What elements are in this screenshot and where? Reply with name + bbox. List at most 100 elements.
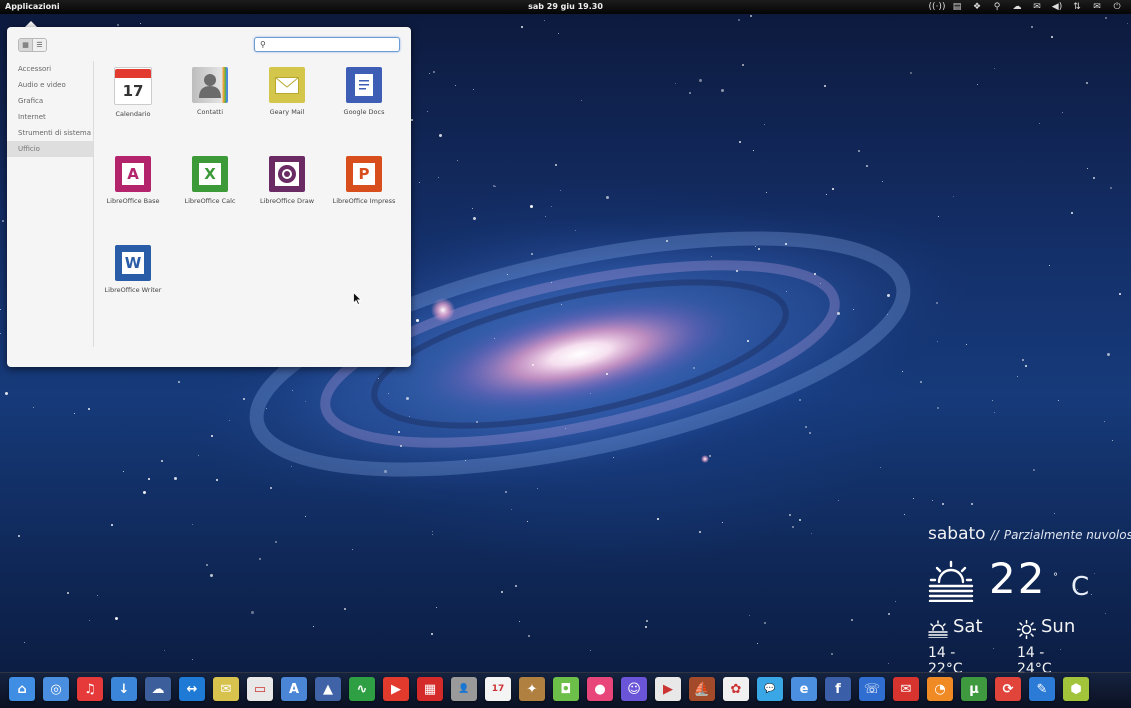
star <box>476 421 478 423</box>
star <box>699 531 701 533</box>
support-icon[interactable]: ☏ <box>859 677 885 701</box>
app-libreoffice-impress[interactable]: P LibreOffice Impress <box>326 156 402 205</box>
app-libreoffice-draw[interactable]: LibreOffice Draw <box>249 156 325 205</box>
star <box>406 397 409 400</box>
calendar-icon[interactable]: 17 <box>485 677 511 701</box>
app-libreoffice-writer[interactable]: W LibreOffice Writer <box>95 245 171 294</box>
download-icon[interactable]: ↓ <box>111 677 137 701</box>
star <box>436 607 437 608</box>
category-strumenti-sistema[interactable]: Strumenti di sistema <box>7 125 93 141</box>
rss-icon[interactable]: ◔ <box>927 677 953 701</box>
forecast-day-2: Sun <box>1041 616 1076 637</box>
star <box>853 309 854 310</box>
launcher-search-input[interactable] <box>268 40 379 49</box>
mail-red-icon[interactable]: ✉ <box>893 677 919 701</box>
mail-icon[interactable]: ✉ <box>213 677 239 701</box>
category-view-button[interactable]: ☰ <box>32 39 46 51</box>
sync-icon[interactable]: ⟳ <box>995 677 1021 701</box>
star <box>831 653 833 655</box>
star <box>937 407 939 409</box>
weather-current: 22 ° C <box>925 556 1125 612</box>
reader-icon[interactable]: ▭ <box>247 677 273 701</box>
star <box>851 619 853 621</box>
search-icon: ⚲ <box>260 40 266 49</box>
star <box>739 141 741 143</box>
torrent-icon[interactable]: µ <box>961 677 987 701</box>
android-icon[interactable]: ⬢ <box>1063 677 1089 701</box>
category-accessori[interactable]: Accessori <box>7 61 93 77</box>
search-icon[interactable]: ⚲ <box>987 0 1007 14</box>
teamviewer-icon[interactable]: ↔ <box>179 677 205 701</box>
messages-icon[interactable]: 💬 <box>757 677 783 701</box>
star <box>472 208 473 209</box>
star <box>560 190 561 191</box>
record-icon[interactable]: ● <box>587 677 613 701</box>
star <box>1110 187 1112 189</box>
cloud-icon[interactable]: ☁ <box>1007 0 1027 14</box>
category-ufficio[interactable]: Ufficio <box>7 141 93 157</box>
star <box>1049 265 1050 266</box>
app-libreoffice-base[interactable]: A LibreOffice Base <box>95 156 171 205</box>
star <box>521 26 523 28</box>
star <box>305 401 306 402</box>
star <box>789 514 791 516</box>
notes-icon[interactable]: ✎ <box>1029 677 1055 701</box>
power-icon[interactable]: ⏻ <box>1107 0 1127 14</box>
music-icon[interactable]: ♫ <box>77 677 103 701</box>
star <box>457 160 458 161</box>
dropbox-icon[interactable]: ❖ <box>967 0 987 14</box>
youtube-icon[interactable]: ▶ <box>655 677 681 701</box>
star <box>910 72 912 74</box>
star <box>505 491 507 493</box>
grid-view-button[interactable]: ▦ <box>19 39 32 51</box>
camera-icon[interactable]: ◘ <box>553 677 579 701</box>
applications-menu-button[interactable]: Applicazioni <box>5 0 60 14</box>
browser-icon[interactable]: e <box>791 677 817 701</box>
facebook-icon[interactable]: f <box>825 677 851 701</box>
photo-icon[interactable]: ✦ <box>519 677 545 701</box>
forecast-day-1: Sat <box>953 616 983 637</box>
app-calendario[interactable]: 17 Calendario <box>95 67 171 118</box>
messaging-icon[interactable]: ✉ <box>1087 0 1107 14</box>
film-icon[interactable]: ▦ <box>417 677 443 701</box>
star <box>427 111 428 112</box>
star <box>1107 353 1110 356</box>
wifi-icon[interactable]: ((·)) <box>927 0 947 14</box>
monitor-icon[interactable]: ∿ <box>349 677 375 701</box>
star <box>416 319 419 322</box>
chat-icon[interactable]: ☺ <box>621 677 647 701</box>
sunrise-icon <box>928 620 948 638</box>
volume-icon[interactable]: ◀) <box>1047 0 1067 14</box>
app-libreoffice-calc[interactable]: X LibreOffice Calc <box>172 156 248 205</box>
star <box>749 615 750 616</box>
lo-calc-icon: X <box>192 156 228 192</box>
video-icon[interactable]: ▶ <box>383 677 409 701</box>
app-contatti[interactable]: Contatti <box>172 67 248 116</box>
panel-clock[interactable]: sab 29 giu 19.30 <box>528 2 603 11</box>
star <box>895 601 896 602</box>
image-icon[interactable]: ▲ <box>315 677 341 701</box>
translate-icon[interactable]: A <box>281 677 307 701</box>
weather-condition: Parzialmente nuvoloso <box>1003 528 1131 542</box>
contacts-icon[interactable]: 👤 <box>451 677 477 701</box>
app-google-docs[interactable]: Google Docs <box>326 67 402 116</box>
category-grafica[interactable]: Grafica <box>7 93 93 109</box>
star <box>507 274 508 275</box>
app-geary-mail[interactable]: Geary Mail <box>249 67 325 116</box>
star <box>432 534 433 535</box>
star <box>742 64 744 66</box>
app-label: LibreOffice Writer <box>104 286 162 294</box>
network-icon[interactable]: ⇅ <box>1067 0 1087 14</box>
mail-icon[interactable]: ✉ <box>1027 0 1047 14</box>
clipboard-icon[interactable]: ▤ <box>947 0 967 14</box>
star <box>888 613 890 615</box>
chrome-icon[interactable]: ◎ <box>43 677 69 701</box>
star <box>932 500 933 501</box>
boat-icon[interactable]: ⛵ <box>689 677 715 701</box>
cloud-icon[interactable]: ☁ <box>145 677 171 701</box>
files-icon[interactable]: ⌂ <box>9 677 35 701</box>
category-internet[interactable]: Internet <box>7 109 93 125</box>
category-audio-video[interactable]: Audio e video <box>7 77 93 93</box>
star <box>657 518 659 520</box>
photos-icon[interactable]: ✿ <box>723 677 749 701</box>
